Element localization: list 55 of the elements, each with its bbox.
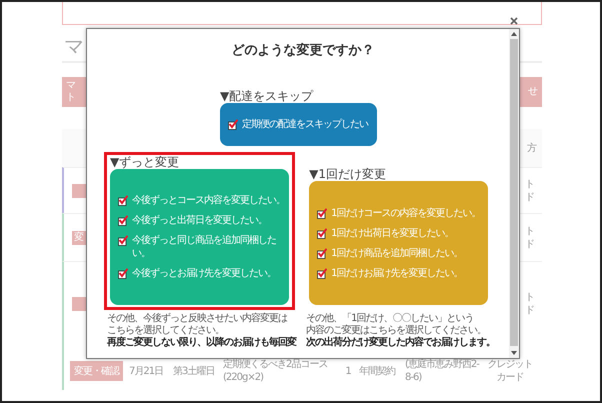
table-cell: 第3土曜日 bbox=[173, 364, 214, 378]
table-cell: ド bbox=[525, 238, 534, 250]
note-text: 次の出荷分だけ変更した内容でお届けします。 bbox=[306, 337, 496, 349]
table-cell: (恵庭市恵み野西2- bbox=[405, 358, 479, 371]
option-label[interactable]: 1回だけ出荷日を変更したい。 bbox=[331, 226, 454, 240]
table-cell: ト bbox=[525, 291, 534, 304]
checkbox-icon[interactable] bbox=[118, 235, 128, 246]
section-heading: ▼1回だけ変更 bbox=[309, 167, 387, 181]
option-card[interactable]: 今後ずっとコース内容を変更したい。 今後ずっと出荷日を変更したい。 今後ずっと同じ商品を追加同梱したい。 今後ずっとお届け先を変更したい。 bbox=[110, 169, 289, 305]
option-label[interactable]: 1回だけお届け先を変更したい。 bbox=[331, 266, 462, 280]
note-text: 内容のご変更はこちらを選択してください。 bbox=[306, 325, 486, 336]
checkbox-icon[interactable] bbox=[118, 268, 128, 279]
note-text: その他、今後ずっと反映させたい内容変更は bbox=[107, 313, 287, 325]
table-cell: 年間契約 bbox=[359, 364, 395, 378]
table-cell: クレジット bbox=[488, 358, 532, 371]
skip-option-card[interactable]: 定期便の配達をスキップしたい bbox=[220, 103, 377, 146]
option-label[interactable]: 1回だけ商品を追加同梱したい。 bbox=[331, 246, 462, 260]
checkbox-icon[interactable] bbox=[118, 195, 128, 206]
section-heading: ▼ずっと変更 bbox=[110, 155, 180, 169]
option-label[interactable]: 1回だけコースの内容を変更したい。 bbox=[331, 206, 480, 220]
close-icon[interactable] bbox=[510, 17, 518, 25]
table-cell: ド bbox=[525, 304, 534, 317]
section-heading: ▼配達をスキップ bbox=[220, 89, 314, 103]
table-cell: ト bbox=[525, 178, 534, 190]
scroll-up-icon[interactable] bbox=[511, 31, 517, 37]
checkbox-icon[interactable] bbox=[118, 215, 128, 226]
table-cell: (220g×2) bbox=[223, 371, 263, 384]
table-cell: ト bbox=[525, 224, 534, 238]
scroll-down-icon[interactable] bbox=[511, 350, 517, 356]
table-cell: ド bbox=[525, 190, 534, 204]
checkbox-icon[interactable] bbox=[317, 268, 328, 278]
checkbox-icon[interactable] bbox=[228, 119, 238, 130]
note-text: その他、「1回だけ、〇〇したい」という bbox=[306, 313, 474, 324]
option-label[interactable]: 今後ずっとコース内容を変更したい。 bbox=[132, 194, 285, 207]
table-cell: 1 bbox=[345, 364, 351, 378]
column-header: 方 bbox=[527, 142, 536, 154]
table-cell: 7月21日 bbox=[129, 364, 164, 378]
option-label[interactable]: 今後ずっと同じ商品を追加同梱したい。 bbox=[132, 234, 287, 260]
dialog-title: どのような変更ですか？ bbox=[232, 42, 374, 59]
note-text: こちらを選択してください。 bbox=[107, 325, 224, 336]
nav-button[interactable]: せ bbox=[520, 77, 542, 107]
note-text: 再度ご変更しない限り、以降のお届けも毎回変 bbox=[107, 337, 296, 349]
option-label[interactable]: 今後ずっと出荷日を変更したい。 bbox=[132, 214, 267, 227]
page-title: マ bbox=[63, 32, 84, 60]
table-cell: 8-6) bbox=[405, 371, 422, 384]
option-label[interactable]: 今後ずっとお届け先を変更したい。 bbox=[132, 267, 276, 280]
table-cell: 定期便くるべき2品コース bbox=[223, 358, 328, 371]
checkbox-icon[interactable] bbox=[317, 248, 328, 258]
checkbox-icon[interactable] bbox=[317, 228, 328, 238]
table-cell: カード bbox=[496, 371, 524, 384]
checkbox-icon[interactable] bbox=[317, 208, 328, 218]
option-card[interactable]: 1回だけコースの内容を変更したい。 1回だけ出荷日を変更したい。 1回だけ商品を追加同梱したい。 1回だけお届け先を変更したい。 bbox=[309, 181, 488, 305]
option-label[interactable]: 定期便の配達をスキップしたい bbox=[242, 118, 368, 131]
scrollbar[interactable] bbox=[509, 29, 519, 358]
change-button[interactable]: 変更・確認 bbox=[70, 361, 123, 381]
